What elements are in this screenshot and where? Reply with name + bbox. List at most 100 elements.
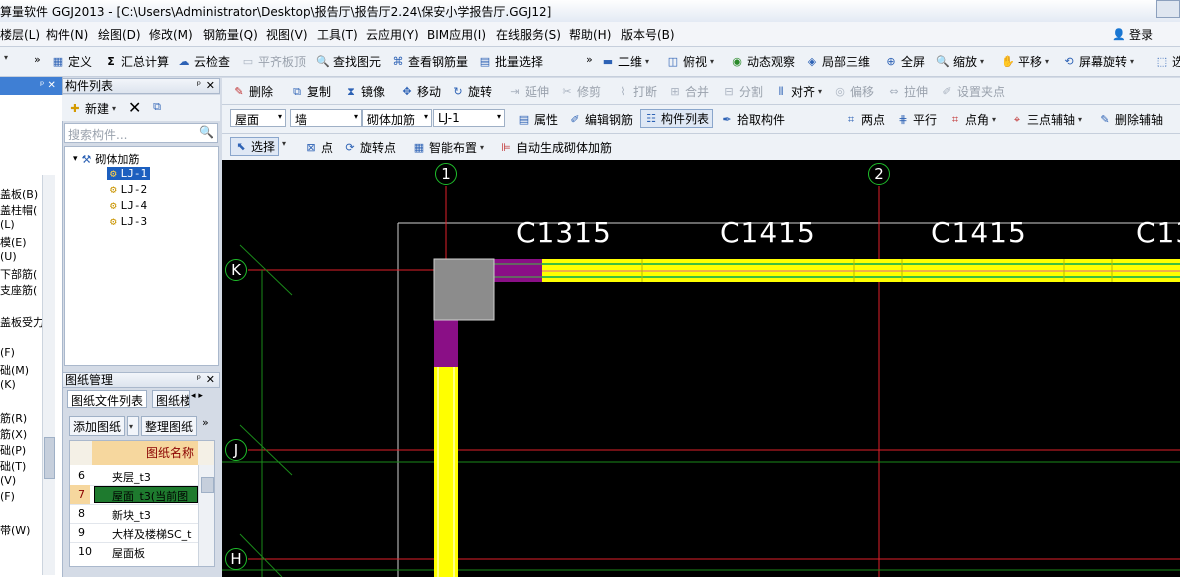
move-button[interactable]: ✥ 移动 — [400, 83, 441, 100]
column[interactable] — [433, 258, 495, 321]
login-button[interactable]: 👤 登录 — [1112, 26, 1153, 43]
top-view-button[interactable]: ◫ 俯视 ▾ — [666, 53, 714, 70]
copy-button[interactable]: ⧉ 复制 — [290, 83, 331, 100]
pan-button[interactable]: ✋ 平移 ▾ — [1001, 53, 1049, 70]
view-2d-button[interactable]: ▬ 二维 ▾ — [601, 53, 649, 70]
align-button[interactable]: ⫴ 对齐 ▾ — [774, 83, 822, 100]
floor-select[interactable]: 屋面 ▾ — [230, 109, 286, 127]
tree-item-lj1[interactable]: ⚙ LJ-1 — [107, 167, 151, 180]
axis-label-h[interactable]: H — [225, 548, 247, 570]
nav-item[interactable]: (F) — [0, 346, 15, 359]
zoom-button[interactable]: 🔍 缩放 ▾ — [936, 53, 984, 70]
select-button-cut[interactable]: ⬚ 选 — [1155, 53, 1180, 70]
pin-icon[interactable]: ᵖ — [197, 373, 201, 387]
nav-item[interactable]: (L) — [0, 218, 15, 231]
smart-layout-button[interactable]: ▦ 智能布置 ▾ — [412, 139, 484, 156]
pick-element-button[interactable]: ✒ 拾取构件 — [720, 111, 785, 128]
delete-button[interactable]: ✎ 删除 — [232, 83, 273, 100]
left-nav-scrollbar[interactable] — [42, 175, 55, 575]
tree-item-lj2[interactable]: ⚙ LJ-2 — [110, 183, 147, 196]
menu-draw[interactable]: 绘图(D) — [98, 26, 141, 43]
menu-floor[interactable]: 楼层(L) — [0, 26, 40, 43]
window-label[interactable]: C1315 — [516, 216, 612, 249]
column-header-name[interactable]: 图纸名称 — [92, 441, 198, 465]
copy-component-icon[interactable]: ⧉ — [150, 100, 164, 114]
nav-item[interactable]: (U) — [0, 250, 17, 263]
close-icon[interactable]: ✕ — [206, 373, 215, 387]
tab-scroll-arrows[interactable]: ◂ ▸ — [191, 391, 203, 401]
select-tool-button[interactable]: ⬉ 选择 — [230, 137, 280, 156]
axis-label-k[interactable]: K — [225, 259, 247, 281]
menu-bim[interactable]: BIM应用(I) — [427, 26, 486, 43]
drawing-canvas[interactable]: 1 2 K J H C1315 C1415 C1415 C13 — [222, 160, 1180, 577]
dynamic-observe-button[interactable]: ◉ 动态观察 — [730, 53, 795, 70]
point-tool-button[interactable]: ⊠ 点 — [304, 139, 333, 156]
split-button[interactable]: ⊟ 分割 — [722, 83, 763, 100]
stretch-button[interactable]: ⇔ 拉伸 — [887, 83, 928, 100]
table-row[interactable]: 9 大样及楼梯SC_t — [70, 523, 198, 543]
search-icon[interactable]: 🔍 — [199, 125, 214, 139]
nav-item[interactable]: 筋(X) — [0, 426, 27, 442]
collapse-icon[interactable]: ▾ — [73, 154, 78, 164]
nav-item[interactable]: 盖柱帽( — [0, 202, 37, 218]
nav-item[interactable]: 础(P) — [0, 442, 26, 458]
cad-drawing[interactable] — [222, 160, 1180, 577]
delete-component-icon[interactable]: ✕ — [128, 98, 141, 117]
toolbar-overflow-2[interactable]: » — [586, 53, 593, 66]
batch-select-button[interactable]: ▤ 批量选择 — [478, 53, 543, 70]
nav-item[interactable]: 盖板(B) — [0, 186, 38, 202]
type-select[interactable]: 砌体加筋 ▾ — [362, 109, 432, 127]
menu-view[interactable]: 视图(V) — [266, 26, 308, 43]
view-rebar-button[interactable]: ⌘ 查看钢筋量 — [391, 53, 469, 70]
minimize-button[interactable] — [1156, 0, 1180, 18]
menu-version[interactable]: 版本号(B) — [621, 26, 675, 43]
search-input[interactable]: 搜索构件... 🔍 — [64, 123, 218, 143]
nav-item[interactable]: (V) — [0, 474, 16, 487]
point-angle-button[interactable]: ⌗ 点角 ▾ — [948, 111, 996, 128]
category-select[interactable]: 墙 ▾ — [290, 109, 362, 127]
sum-calc-button[interactable]: Σ 汇总计算 — [104, 53, 169, 70]
local-3d-button[interactable]: ◈ 局部三维 — [805, 53, 870, 70]
nav-item[interactable]: 础(T) — [0, 458, 26, 474]
full-screen-button[interactable]: ⊕ 全屏 — [884, 53, 925, 70]
edit-rebar-button[interactable]: ✐ 编辑钢筋 — [568, 111, 633, 128]
left-nav-pin-icon[interactable]: ᵖ ✕ — [40, 80, 56, 91]
nav-item[interactable]: 带(W) — [0, 522, 30, 538]
flat-slab-top-button[interactable]: ▭ 平齐板顶 — [241, 53, 306, 70]
menu-cloud[interactable]: 云应用(Y) — [366, 26, 419, 43]
trim-button[interactable]: ✂ 修剪 — [560, 83, 601, 100]
cloud-check-button[interactable]: ☁ 云检查 — [177, 53, 231, 70]
nav-item[interactable]: 筋(R) — [0, 410, 27, 426]
offset-button[interactable]: ◎ 偏移 — [833, 83, 874, 100]
drawing-toolbar-overflow[interactable]: » — [202, 416, 209, 429]
screen-rotate-button[interactable]: ⟲ 屏幕旋转 ▾ — [1062, 53, 1134, 70]
rebar-segment-purple[interactable] — [494, 259, 542, 282]
tree-item-lj4[interactable]: ⚙ LJ-4 — [110, 199, 147, 212]
break-button[interactable]: ⌇ 打断 — [616, 83, 657, 100]
nav-item[interactable]: 模(E) — [0, 234, 27, 250]
element-select[interactable]: LJ-1 ▾ — [433, 109, 505, 127]
axis-label-j[interactable]: J — [225, 439, 247, 461]
tab-drawing-floor[interactable]: 图纸楼 — [152, 390, 190, 408]
pin-icon[interactable]: ᵖ — [197, 79, 201, 93]
nav-item[interactable]: (K) — [0, 378, 16, 391]
properties-button[interactable]: ▤ 属性 — [517, 111, 558, 128]
merge-button[interactable]: ⊞ 合并 — [668, 83, 709, 100]
tree-root[interactable]: ▾ ⚒ 砌体加筋 — [73, 151, 139, 167]
rebar-segment-purple[interactable] — [434, 320, 458, 367]
extend-button[interactable]: ⇥ 延伸 — [508, 83, 549, 100]
menu-component[interactable]: 构件(N) — [46, 26, 88, 43]
menu-help[interactable]: 帮助(H) — [569, 26, 611, 43]
nav-item[interactable]: (F) — [0, 490, 15, 503]
auto-generate-button[interactable]: ⊫ 自动生成砌体加筋 — [499, 139, 612, 156]
element-list-button[interactable]: ☷ 构件列表 — [640, 109, 714, 128]
organize-drawing-button[interactable]: 整理图纸 — [141, 416, 198, 436]
scrollbar-thumb[interactable] — [44, 437, 55, 479]
table-row[interactable]: 6 夹层_t3 — [70, 466, 198, 486]
rotate-point-button[interactable]: ⟳ 旋转点 — [343, 139, 396, 156]
tree-item-lj3[interactable]: ⚙ LJ-3 — [110, 215, 147, 228]
axis-label-1[interactable]: 1 — [435, 163, 457, 185]
add-drawing-button[interactable]: 添加图纸 — [69, 416, 126, 436]
menu-tools[interactable]: 工具(T) — [317, 26, 358, 43]
nav-item[interactable]: 盖板受力 — [0, 314, 44, 330]
